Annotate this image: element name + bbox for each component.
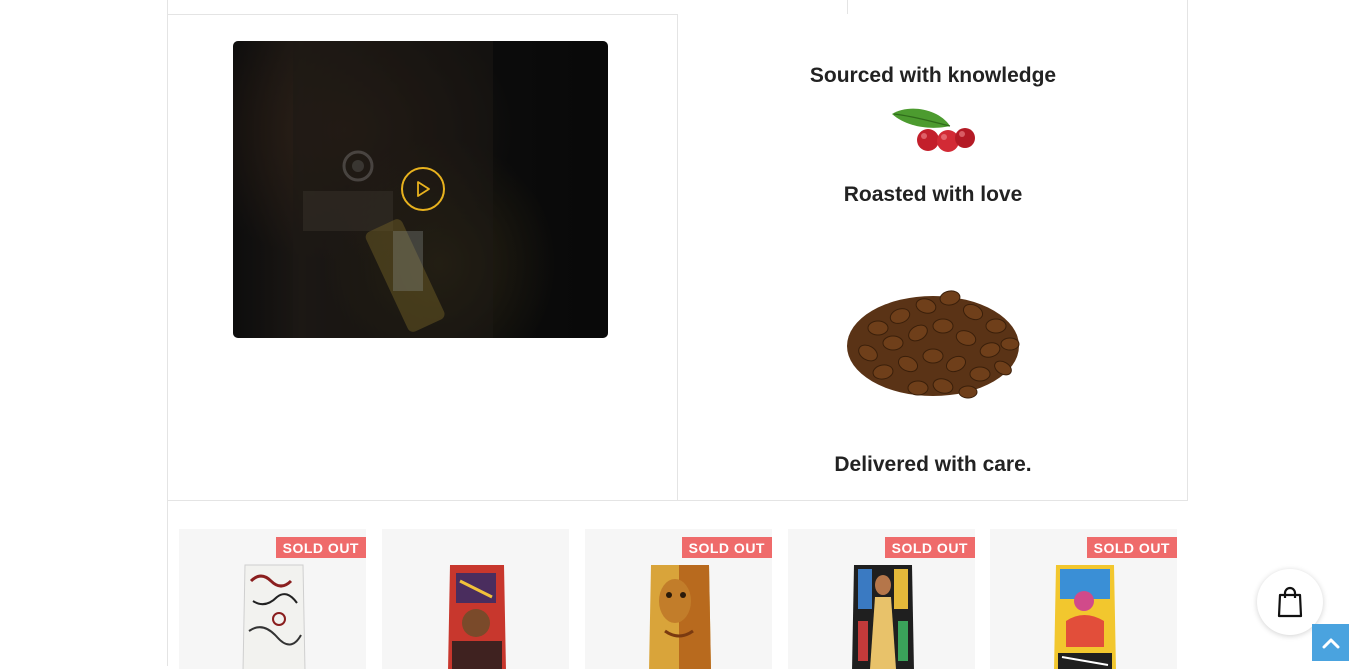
product-card[interactable]: SOLD OUT: [990, 529, 1177, 669]
scroll-to-top-button[interactable]: [1312, 624, 1349, 661]
section-bottom-line: [168, 500, 1188, 501]
frame-left-line: [167, 0, 168, 666]
product-card[interactable]: SOLD OUT: [585, 529, 772, 669]
coffee-bag-image: [649, 565, 711, 669]
product-card[interactable]: SOLD OUT: [179, 529, 366, 669]
sold-out-badge: SOLD OUT: [884, 537, 975, 558]
coffee-beans-image: [847, 290, 1020, 399]
sold-out-badge: SOLD OUT: [275, 537, 366, 558]
sold-out-badge: SOLD OUT: [681, 537, 772, 558]
coffee-bag-image: [448, 565, 506, 669]
product-card[interactable]: [382, 529, 569, 669]
play-icon: [417, 181, 430, 197]
panel-top-line: [168, 14, 678, 15]
coffee-bag-image: [852, 565, 914, 669]
promo-video[interactable]: [233, 41, 608, 338]
play-button[interactable]: [401, 167, 445, 211]
product-card[interactable]: SOLD OUT: [788, 529, 975, 669]
sold-out-badge: SOLD OUT: [1086, 537, 1177, 558]
coffee-cherry-image: [892, 108, 975, 152]
top-stub-line: [847, 0, 848, 14]
shopping-bag-icon: [1277, 586, 1303, 618]
coffee-bag-image: [242, 564, 306, 669]
feature-heading-delivered: Delivered with care.: [834, 453, 1032, 476]
feature-heading-roasted: Roasted with love: [843, 183, 1023, 206]
chevron-up-icon: [1322, 638, 1339, 648]
feature-heading-sourced: Sourced with knowledge: [809, 64, 1057, 87]
coffee-bag-image: [1054, 565, 1116, 669]
